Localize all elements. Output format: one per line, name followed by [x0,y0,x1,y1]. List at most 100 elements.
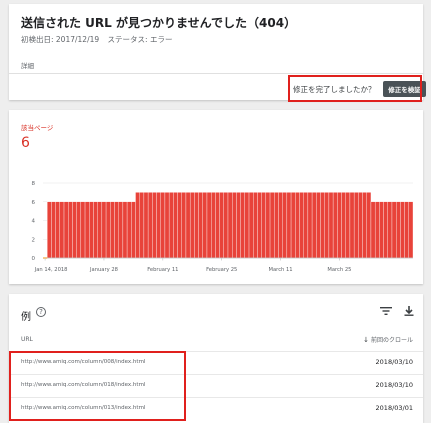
bar [349,192,355,259]
bar [59,201,65,259]
bar [265,192,271,259]
error-summary-card: 送信された URL が見つかりませんでした（404） 初検出日: 2017/12… [9,4,426,102]
bar [168,192,174,259]
bar [126,201,132,259]
x-tick-label: March 25 [327,267,351,273]
filter-icon[interactable] [380,306,392,316]
bar [223,192,229,259]
bar [366,192,372,259]
bar [143,192,149,259]
bar [374,201,380,259]
bar [358,192,363,259]
bar [55,201,60,259]
bar [68,201,73,259]
page-title: 送信された URL が見つかりませんでした（404） [21,16,297,30]
bar [269,192,275,259]
bar [383,201,388,259]
bar [181,192,187,259]
bar [400,201,405,259]
bar [244,192,250,259]
bar [295,192,300,259]
bar [160,192,166,259]
bar [139,192,145,259]
bar [211,192,216,259]
bar [177,192,182,259]
bar [51,201,56,259]
x-tick-label: February 25 [206,267,237,273]
bar [206,192,212,259]
row-date: 2018/03/10 [375,358,413,366]
bar [93,201,98,259]
bar [396,201,401,259]
bar [316,192,321,259]
bar [408,201,414,259]
y-tick-label: 0 [32,256,36,262]
bar [156,192,161,259]
x-tick-label: Jan 14, 2018 [34,267,68,273]
bar [362,192,367,259]
bar [257,192,262,259]
bar [311,192,317,259]
bar [232,192,237,259]
bar [353,192,359,259]
y-tick-label: 8 [32,181,36,187]
bar [387,201,393,259]
bar [227,192,233,259]
bar [261,192,267,259]
affected-pages-chart: 0 2 4 6 8 Jan 14, 2018 January 28 February 11 Fe… [32,181,414,273]
bar [164,192,170,259]
bar [118,201,124,259]
bar [215,192,220,259]
bar [286,192,292,259]
first-detected: 初検出日: 2017/12/19 [21,35,100,44]
row-date: 2018/03/10 [375,381,413,389]
bar [76,201,82,259]
status-text: ステータス: エラー [107,35,173,44]
bar [84,201,90,259]
bar [240,192,245,259]
bar [173,192,178,259]
x-tick-label: January 28 [89,267,118,273]
bar [370,201,376,259]
bar [89,201,94,259]
highlight-box-urls [9,351,186,421]
bar [114,201,119,259]
bar [328,192,334,259]
sort-arrow-icon: ↓ [363,336,369,344]
column-header-last-crawl[interactable]: ↓ 前回のクロール [363,335,413,344]
bar [341,192,346,259]
bar [324,192,330,259]
bar [379,201,384,259]
bar [152,192,157,259]
highlight-box-validate [288,75,422,102]
bar [274,192,279,259]
bar [135,192,140,259]
download-icon[interactable] [403,305,415,317]
affected-pages-card: 該当ページ 6 0 2 4 6 8 Jan 14, 2018 January 28 Febru… [9,110,423,284]
divider [9,73,423,74]
bar [307,192,313,259]
bar [122,201,128,259]
bar [101,201,107,259]
bar [63,201,69,259]
bar [345,192,351,259]
bar [202,192,208,259]
y-tick-label: 6 [32,200,36,206]
examples-title: 例 [21,312,31,323]
help-icon[interactable]: ? [36,307,46,317]
bar [303,192,309,259]
bar [248,192,254,259]
x-tick-label: February 11 [147,267,178,273]
bar [194,192,199,259]
bar [97,201,103,259]
bar [391,201,397,259]
bar [47,201,52,259]
x-tick-label: March 11 [269,267,293,273]
bar [185,192,191,259]
bar [72,201,77,259]
y-tick-label: 2 [32,237,36,243]
bar [320,192,325,259]
bar [131,201,136,259]
bar [147,192,153,259]
bar [332,192,338,259]
